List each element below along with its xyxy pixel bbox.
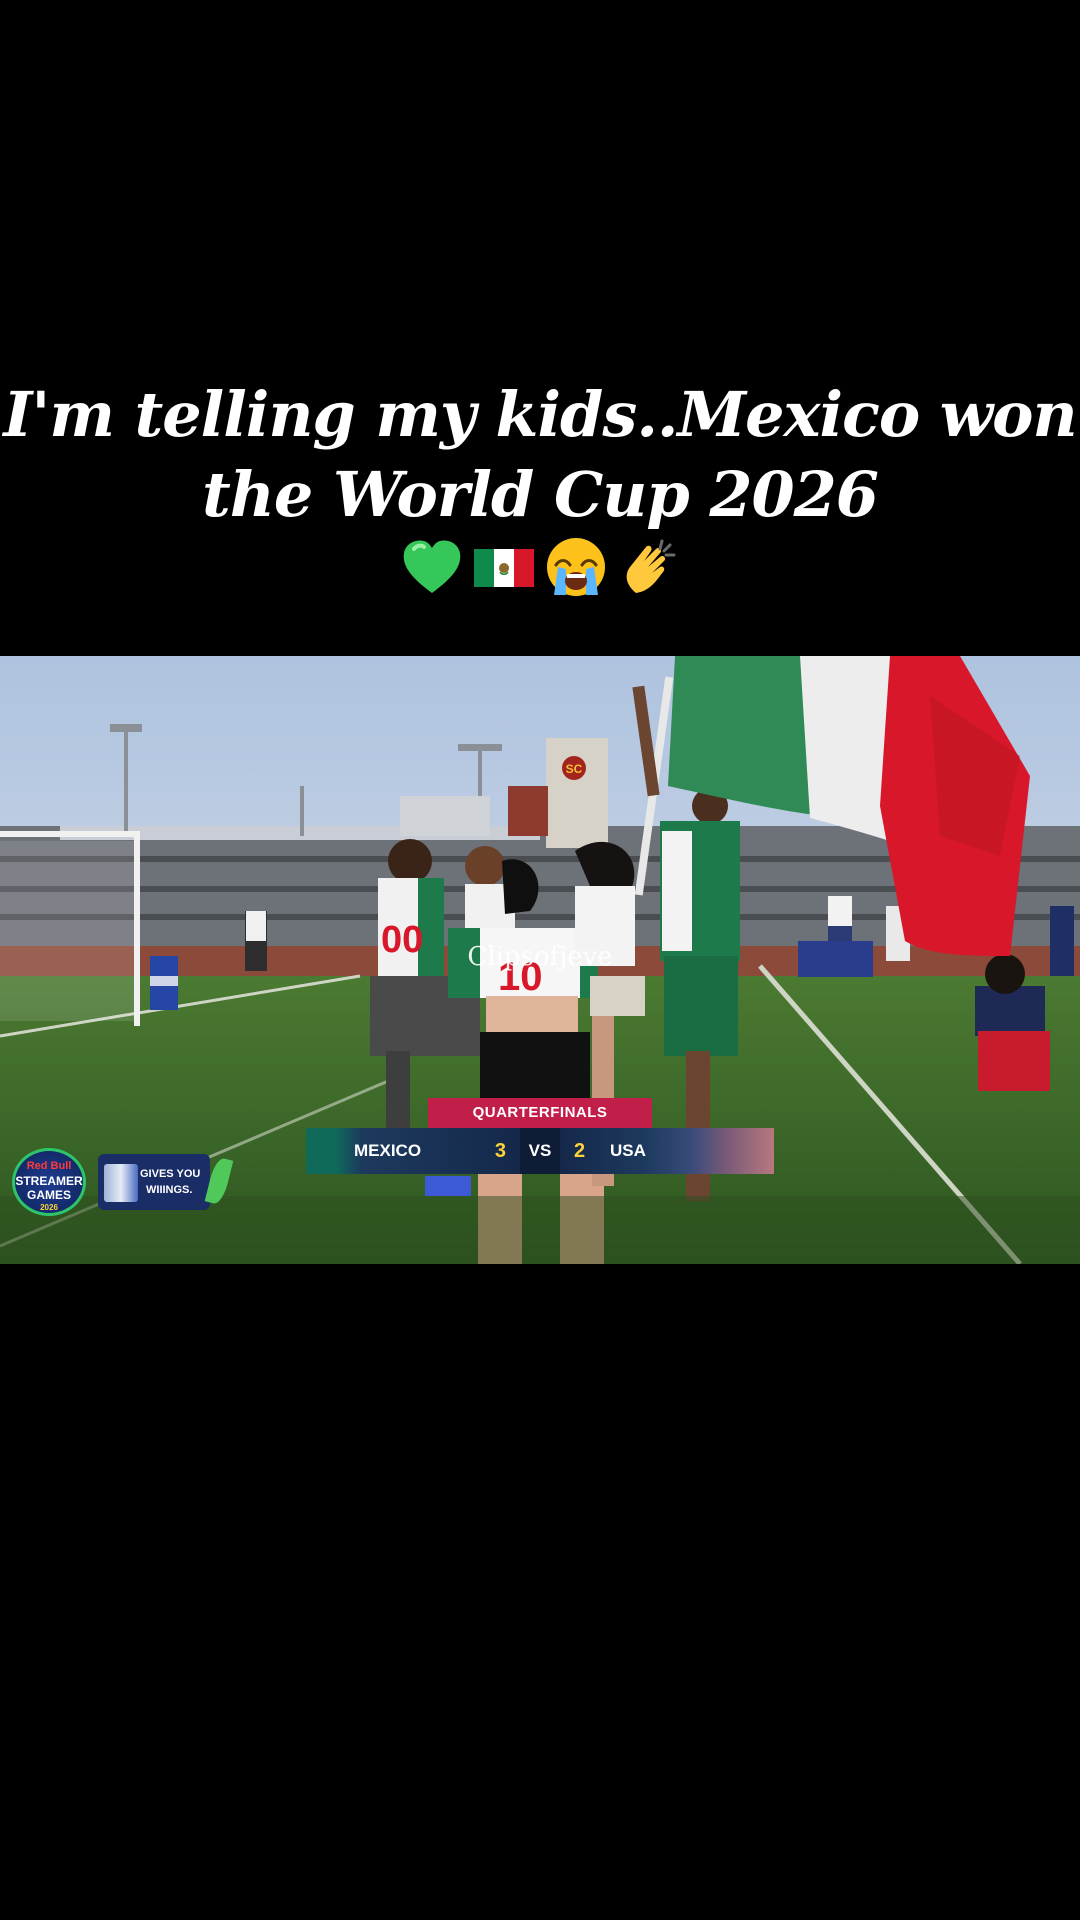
- home-team-name: MEXICO: [354, 1141, 422, 1160]
- caption-line-1: I'm telling my kids..Mexico won: [3, 378, 1077, 451]
- vs-separator: VS: [520, 1128, 560, 1174]
- red-bull-can-icon: [104, 1164, 138, 1202]
- caption: I'm telling my kids..Mexico won the Worl…: [0, 375, 1080, 535]
- home-team-score: 3: [494, 1139, 506, 1162]
- slogan-line2: WIIINGS.: [146, 1184, 193, 1196]
- loudly-crying-face-icon: [544, 535, 608, 599]
- away-team-name: USA: [610, 1141, 646, 1160]
- home-team-panel: MEXICO 3: [306, 1128, 520, 1174]
- badge-event-line1: STREAMER: [15, 1174, 83, 1188]
- red-bull-streamer-games-logo: Red Bull STREAMER GAMES 2026 GIVES YOU W…: [0, 1146, 234, 1218]
- mexico-flag-icon: [472, 535, 536, 599]
- away-team-panel: 2 USA: [560, 1128, 774, 1174]
- away-team-score: 2: [574, 1139, 586, 1162]
- badge-year: 2026: [40, 1203, 58, 1212]
- slogan-line1: GIVES YOU: [140, 1168, 201, 1180]
- green-heart-icon: [400, 535, 464, 599]
- vs-label: VS: [528, 1141, 552, 1160]
- emoji-row: [0, 535, 1080, 599]
- caption-line-2: the World Cup 2026: [202, 458, 879, 531]
- badge-event-line2: GAMES: [26, 1188, 71, 1202]
- gives-you-wings-panel: GIVES YOU WIIINGS.: [98, 1154, 210, 1210]
- scoreboard: MEXICO 3 VS 2 USA: [306, 1128, 774, 1174]
- stadium-sign-text: SC: [566, 762, 583, 776]
- streamer-games-badge: Red Bull STREAMER GAMES 2026: [4, 1146, 94, 1218]
- badge-brand: Red Bull: [26, 1160, 72, 1172]
- clapping-hands-icon: [616, 535, 680, 599]
- watermark: Clipsofjeve: [467, 942, 613, 972]
- round-label: QUARTERFINALS: [428, 1098, 652, 1128]
